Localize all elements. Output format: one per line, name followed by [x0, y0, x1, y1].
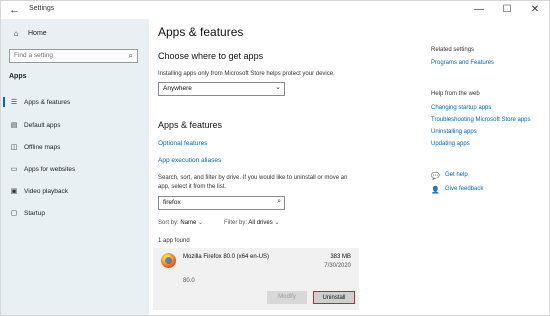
related-settings-title: Related settings	[431, 47, 475, 53]
search-description-line: Search, sort, and filter by drive. If yo…	[158, 175, 348, 181]
help-link[interactable]: Updating apps	[431, 141, 470, 147]
sidebar-item-startup[interactable]: ▢ Startup	[1, 205, 149, 221]
search-description-line: app, select it from the list.	[158, 184, 227, 190]
title-bar: ← Settings — ☐ ✕	[1, 1, 549, 19]
sidebar-item-default-apps[interactable]: ▤ Default apps	[1, 117, 149, 133]
filter-value: All drives	[248, 220, 273, 226]
sort-label: Sort by:	[158, 220, 179, 226]
search-apps-input[interactable]: firefox ⌕	[158, 196, 285, 210]
help-web-title: Help from the web	[431, 91, 480, 97]
sidebar-item-video-playback[interactable]: ▣ Video playback	[1, 183, 149, 199]
sidebar-section-title: Apps	[9, 73, 27, 80]
apps-websites-icon: ▭	[10, 166, 18, 173]
app-execution-aliases-link[interactable]: App execution aliases	[158, 157, 221, 164]
find-setting-input[interactable]: Find a setting ⌕	[9, 49, 138, 63]
optional-features-link[interactable]: Optional features	[158, 140, 208, 147]
chevron-down-icon: ⌄	[274, 220, 280, 226]
filter-label: Filter by:	[224, 220, 248, 226]
app-name: Mozilla Firefox 80.0 (x64 en-US)	[183, 254, 270, 260]
startup-icon: ▢	[10, 210, 18, 217]
programs-features-link[interactable]: Programs and Features	[431, 60, 494, 66]
app-install-date: 7/30/2020	[324, 263, 351, 269]
app-size: 383 MB	[330, 254, 351, 260]
video-icon: ▣	[10, 188, 18, 195]
modify-button: Modify	[267, 291, 307, 304]
sidebar-item-offline-maps[interactable]: ◫ Offline maps	[1, 139, 149, 155]
app-version: 80.0	[183, 278, 195, 284]
back-arrow-icon[interactable]: ←	[9, 3, 20, 17]
home-label: Home	[28, 30, 47, 37]
give-feedback-link[interactable]: Give feedback	[445, 186, 483, 192]
where-description: Installing apps only from Microsoft Stor…	[158, 71, 335, 77]
active-indicator	[3, 97, 5, 107]
uninstall-button[interactable]: Uninstall	[313, 291, 355, 304]
sidebar-item-label: Apps & features	[24, 98, 71, 106]
where-heading: Choose where to get apps	[158, 51, 264, 61]
search-icon: ⌕	[277, 198, 281, 205]
search-description: Search, sort, and filter by drive. If yo…	[158, 174, 347, 192]
home-icon: ⌂	[13, 29, 19, 38]
search-apps-value: firefox	[163, 199, 181, 206]
default-apps-icon: ▤	[10, 122, 18, 129]
dropdown-value: Anywhere	[163, 85, 192, 92]
close-button[interactable]: ✕	[523, 3, 547, 17]
sidebar-home[interactable]: ⌂ Home	[10, 29, 47, 38]
help-link[interactable]: Changing startup apps	[431, 105, 491, 111]
sidebar-item-label: Offline maps	[24, 143, 61, 151]
sort-dropdown[interactable]: Sort by: Name ⌄	[158, 219, 203, 226]
map-icon: ◫	[10, 144, 18, 151]
apps-features-icon: ☰	[10, 99, 18, 106]
firefox-icon	[161, 253, 176, 268]
sort-value: Name	[180, 220, 197, 226]
sidebar-item-label: Default apps	[24, 121, 61, 129]
find-setting-placeholder: Find a setting	[14, 52, 54, 59]
settings-window: ← Settings — ☐ ✕ ⌂ Home Find a setting ⌕…	[0, 0, 550, 316]
get-help-link[interactable]: Get help	[445, 172, 468, 178]
chevron-down-icon: ⌄	[198, 220, 204, 226]
features-heading: Apps & features	[158, 120, 223, 130]
sidebar-item-label: Startup	[24, 209, 45, 217]
filter-dropdown[interactable]: Filter by: All drives ⌄	[224, 219, 279, 226]
maximize-button[interactable]: ☐	[495, 3, 519, 17]
window-title: Settings	[29, 5, 55, 12]
chevron-down-icon: ⌄	[275, 84, 281, 91]
sidebar-item-apps-features[interactable]: ☰ Apps & features	[1, 94, 149, 110]
app-source-dropdown[interactable]: Anywhere ⌄	[158, 82, 285, 96]
page-title: Apps & features	[158, 25, 244, 39]
get-help-icon: 💬	[431, 173, 440, 180]
apps-found-count: 1 app found	[158, 238, 190, 244]
help-link[interactable]: Uninstalling apps	[431, 129, 477, 135]
sidebar: ⌂ Home Find a setting ⌕ Apps ☰ Apps & fe…	[1, 19, 149, 315]
feedback-icon: 👤	[431, 187, 440, 194]
sidebar-item-label: Video playback	[24, 187, 68, 195]
search-icon: ⌕	[128, 51, 133, 60]
sidebar-item-label: Apps for websites	[24, 165, 76, 173]
help-link[interactable]: Troubleshooting Microsoft Store apps	[431, 117, 531, 123]
app-list-item[interactable]: Mozilla Firefox 80.0 (x64 en-US) 383 MB …	[153, 248, 359, 310]
sidebar-item-apps-for-websites[interactable]: ▭ Apps for websites	[1, 161, 149, 177]
minimize-button[interactable]: —	[467, 3, 491, 17]
